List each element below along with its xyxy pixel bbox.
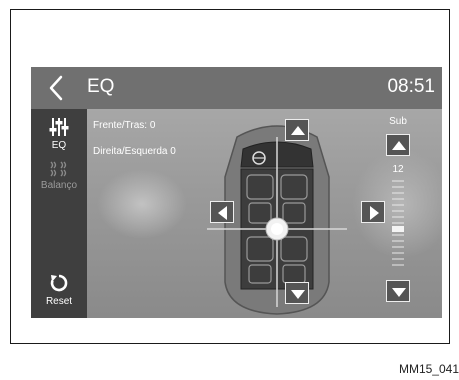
equalizer-icon: [49, 118, 69, 136]
balance-icon: [50, 161, 67, 177]
triangle-left-icon: [218, 206, 227, 220]
top-bar: EQ 08:51: [31, 67, 442, 109]
clock: 08:51: [387, 76, 435, 97]
left-right-readout: Direita/Esquerda 0: [93, 146, 176, 157]
sidebar-item-eq[interactable]: EQ: [31, 116, 87, 151]
sub-up-button[interactable]: [386, 134, 410, 156]
triangle-right-icon: [370, 206, 379, 220]
front-rear-readout: Frente/Tras: 0: [93, 120, 156, 131]
front-up-button[interactable]: [285, 119, 309, 141]
triangle-up-icon: [392, 141, 406, 150]
figure-caption: MM15_041: [398, 362, 459, 376]
right-button[interactable]: [361, 201, 385, 223]
sidebar-item-balance-label: Balanço: [40, 180, 78, 191]
balance-panel: Frente/Tras: 0 Direita/Esquerda 0 Sub 12: [87, 109, 442, 318]
back-button[interactable]: [43, 75, 77, 101]
triangle-up-icon: [291, 126, 305, 135]
rear-down-button[interactable]: [285, 282, 309, 304]
reset-button[interactable]: Reset: [31, 272, 87, 307]
sidebar-item-balance[interactable]: Balanço: [31, 160, 87, 191]
sub-title: Sub: [389, 116, 407, 127]
sub-level-slider[interactable]: [392, 178, 404, 268]
page-title: EQ: [87, 76, 115, 97]
background-blur: [97, 169, 187, 239]
triangle-down-icon: [291, 290, 305, 299]
chevron-left-icon: [49, 75, 63, 101]
reset-label: Reset: [45, 296, 73, 307]
sub-level-value: 12: [392, 164, 404, 175]
reset-icon: [50, 274, 68, 292]
head-unit-screen: EQ 08:51 EQ Balanço Reset Frente/Tras: 0…: [31, 67, 442, 318]
sidebar-item-eq-label: EQ: [51, 140, 67, 151]
triangle-down-icon: [392, 288, 406, 297]
sub-down-button[interactable]: [386, 280, 410, 302]
sidebar: EQ Balanço Reset: [31, 109, 87, 318]
left-button[interactable]: [210, 201, 234, 223]
